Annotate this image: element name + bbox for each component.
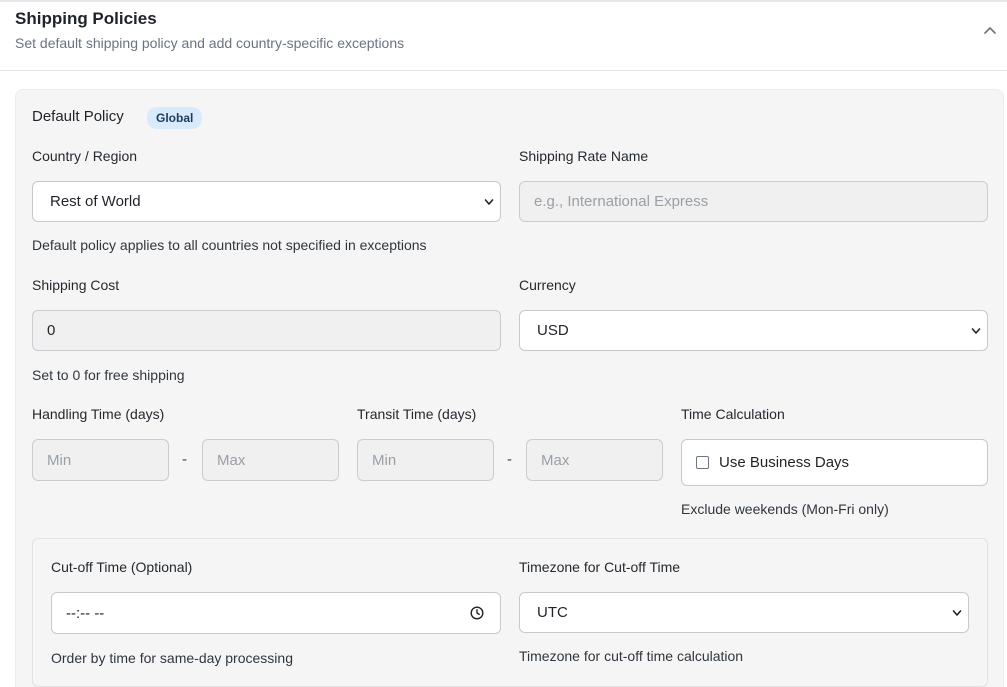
chevron-down-icon — [484, 198, 494, 205]
shipping-cost-input[interactable]: 0 — [32, 310, 501, 351]
transit-max-placeholder: Max — [541, 451, 570, 469]
global-badge: Global — [147, 107, 203, 129]
cutoff-time-input[interactable]: --:-- -- — [51, 592, 501, 634]
currency-label: Currency — [519, 277, 576, 293]
timezone-label: Timezone for Cut-off Time — [519, 559, 681, 575]
cutoff-time-helper: Order by time for same-day processing — [51, 650, 293, 666]
shipping-cost-value: 0 — [47, 322, 56, 339]
country-select[interactable]: Rest of World — [32, 181, 501, 222]
transit-time-label: Transit Time (days) — [357, 406, 477, 422]
page-subtitle: Set default shipping policy and add coun… — [15, 35, 405, 51]
cutoff-time-label: Cut-off Time (Optional) — [51, 559, 193, 575]
page-title: Shipping Policies — [15, 9, 157, 28]
business-days-checkbox[interactable] — [696, 456, 709, 469]
timezone-select[interactable]: UTC — [519, 592, 969, 633]
country-helper: Default policy applies to all countries … — [32, 237, 427, 253]
handling-separator: - — [182, 451, 187, 468]
chevron-down-icon — [971, 327, 981, 334]
chevron-down-icon — [952, 609, 962, 616]
handling-min-placeholder: Min — [47, 451, 72, 469]
timezone-helper: Timezone for cut-off time calculation — [519, 648, 744, 664]
handling-max-input[interactable]: Max — [202, 439, 339, 481]
cutoff-time-value: --:-- -- — [66, 604, 105, 622]
clock-icon[interactable] — [470, 606, 484, 620]
country-label: Country / Region — [32, 148, 138, 164]
shipping-cost-helper: Set to 0 for free shipping — [32, 367, 185, 383]
timezone-select-value: UTC — [537, 604, 568, 621]
shipping-cost-label: Shipping Cost — [32, 277, 120, 293]
country-select-value: Rest of World — [50, 193, 141, 210]
rate-name-placeholder: e.g., International Express — [534, 193, 709, 210]
handling-min-input[interactable]: Min — [32, 439, 169, 481]
handling-time-label: Handling Time (days) — [32, 406, 165, 422]
business-days-option[interactable]: Use Business Days — [681, 439, 988, 486]
currency-select-value: USD — [537, 322, 569, 339]
transit-min-input[interactable]: Min — [357, 439, 494, 481]
time-calculation-helper: Exclude weekends (Mon-Fri only) — [681, 501, 889, 517]
transit-separator: - — [507, 451, 512, 468]
shipping-policies-header[interactable]: Shipping Policies Set default shipping p… — [0, 2, 1007, 71]
chevron-up-icon[interactable] — [980, 22, 1000, 38]
rate-name-label: Shipping Rate Name — [519, 148, 649, 164]
default-policy-title: Default Policy — [32, 108, 124, 125]
currency-select[interactable]: USD — [519, 310, 988, 351]
time-calculation-label: Time Calculation — [681, 406, 785, 422]
business-days-label: Use Business Days — [719, 454, 850, 471]
transit-min-placeholder: Min — [372, 451, 397, 469]
rate-name-input[interactable]: e.g., International Express — [519, 181, 988, 222]
handling-max-placeholder: Max — [217, 451, 246, 469]
transit-max-input[interactable]: Max — [526, 439, 663, 481]
